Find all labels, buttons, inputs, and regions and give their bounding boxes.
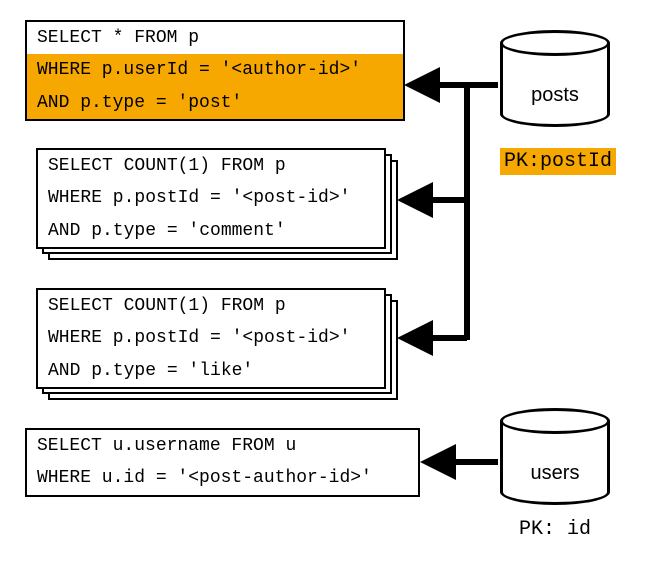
query-line: SELECT u.username FROM u <box>27 430 418 462</box>
database-posts: posts PK:postId <box>500 30 616 175</box>
query-line: SELECT COUNT(1) FROM p <box>38 150 384 182</box>
database-pk: PK:postId <box>500 148 616 175</box>
query-line: WHERE p.postId = '<post-id>' <box>38 182 384 214</box>
query-box-1: SELECT * FROM p WHERE p.userId = '<autho… <box>25 20 405 121</box>
query-box-4: SELECT u.username FROM u WHERE u.id = '<… <box>25 428 420 497</box>
database-label: users <box>500 462 610 485</box>
query-line: WHERE p.userId = '<author-id>' <box>27 54 403 86</box>
database-users: users PK: id <box>500 408 610 541</box>
query-box-3: SELECT COUNT(1) FROM p WHERE p.postId = … <box>36 288 386 389</box>
query-line: AND p.type = 'comment' <box>38 215 384 247</box>
query-line: AND p.type = 'like' <box>38 355 384 387</box>
database-cylinder-icon: posts <box>500 30 610 140</box>
query-box-2: SELECT COUNT(1) FROM p WHERE p.postId = … <box>36 148 386 249</box>
database-pk: PK: id <box>519 518 591 541</box>
query-line: AND p.type = 'post' <box>27 87 403 119</box>
query-line: WHERE p.postId = '<post-id>' <box>38 322 384 354</box>
database-cylinder-icon: users <box>500 408 610 518</box>
query-line: SELECT COUNT(1) FROM p <box>38 290 384 322</box>
query-line: WHERE u.id = '<post-author-id>' <box>27 462 418 494</box>
query-line: SELECT * FROM p <box>27 22 403 54</box>
database-label: posts <box>500 84 610 107</box>
